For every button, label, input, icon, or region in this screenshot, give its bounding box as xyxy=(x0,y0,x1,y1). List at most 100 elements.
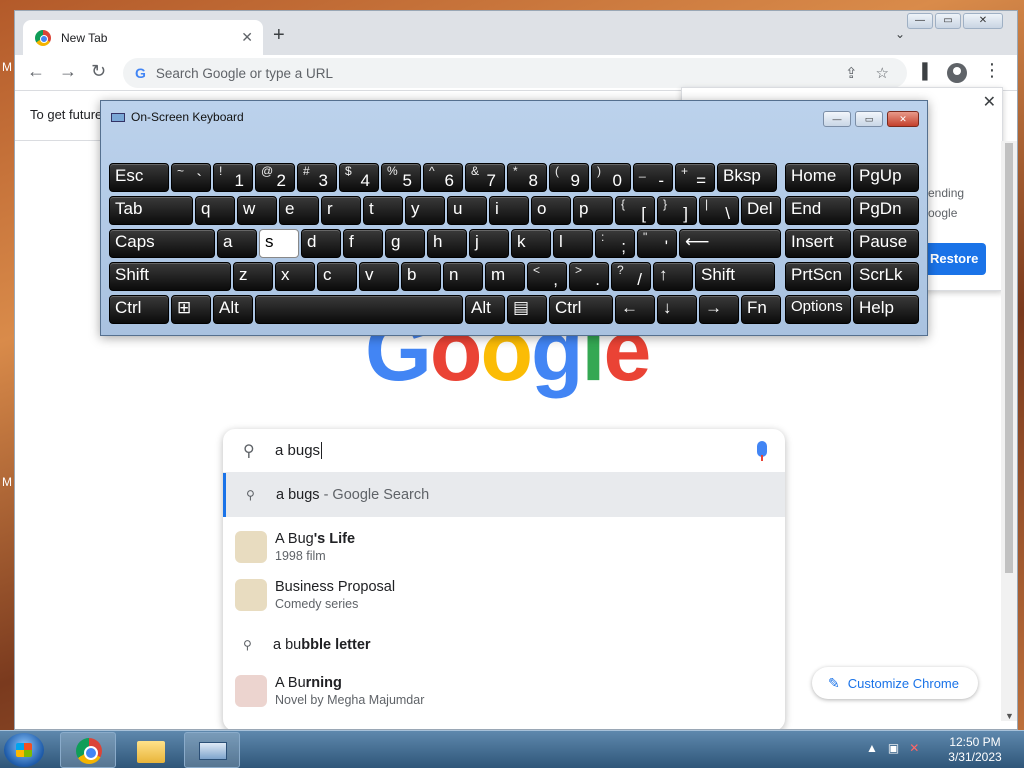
key-prtscn[interactable]: PrtScn xyxy=(785,262,851,291)
key-q[interactable]: q xyxy=(195,196,235,225)
restore-button[interactable]: Restore xyxy=(918,243,986,275)
key-home[interactable]: Home xyxy=(785,163,851,192)
scrollbar-thumb[interactable] xyxy=(1005,143,1013,573)
close-icon[interactable]: ✕ xyxy=(983,92,996,112)
tab-close-icon[interactable]: ✕ xyxy=(241,29,253,46)
key-j[interactable]: j xyxy=(469,229,509,258)
key-pause[interactable]: Pause xyxy=(853,229,919,258)
key-fn[interactable]: Fn xyxy=(741,295,781,324)
key-symbol[interactable]: }] xyxy=(657,196,697,225)
key-symbol[interactable]: {[ xyxy=(615,196,655,225)
key-alt[interactable]: Alt xyxy=(465,295,505,324)
key-help[interactable]: Help xyxy=(853,295,919,324)
new-tab-button[interactable]: + xyxy=(273,25,285,45)
key-symbol[interactable]: >. xyxy=(569,262,609,291)
menu-icon[interactable]: ⋮ xyxy=(983,60,1001,81)
osk-title-bar[interactable]: On-Screen Keyboard xyxy=(101,101,927,133)
forward-icon[interactable]: → xyxy=(59,61,77,82)
minimize-button[interactable]: — xyxy=(907,13,933,29)
key-r[interactable]: r xyxy=(321,196,361,225)
key-symbol[interactable]: :; xyxy=(595,229,635,258)
key-f[interactable]: f xyxy=(343,229,383,258)
osk-minimize-button[interactable]: — xyxy=(823,111,851,127)
key-symbol[interactable]: ← xyxy=(615,295,655,324)
scrollbar[interactable]: ▼ xyxy=(1001,141,1017,721)
clock[interactable]: 12:50 PM 3/31/2023 xyxy=(940,735,1010,765)
suggestion-item[interactable]: A Burning Novel by Megha Majumdar xyxy=(223,669,785,713)
osk-close-button[interactable]: ✕ xyxy=(887,111,919,127)
key-5[interactable]: % 5 xyxy=(381,163,421,192)
volume-muted-icon[interactable]: ✕ xyxy=(909,741,919,755)
key-w[interactable]: w xyxy=(237,196,277,225)
key-c[interactable]: c xyxy=(317,262,357,291)
key-symbol[interactable]: ⟵ xyxy=(679,229,781,258)
key-y[interactable]: y xyxy=(405,196,445,225)
reload-icon[interactable]: ↻ xyxy=(91,61,106,82)
key-x[interactable]: x xyxy=(275,262,315,291)
search-input[interactable]: ⚲ a bugs xyxy=(223,429,785,473)
key-symbol[interactable]: ⊞ xyxy=(171,295,211,324)
key-n[interactable]: n xyxy=(443,262,483,291)
key-tab[interactable]: Tab xyxy=(109,196,193,225)
key-symbol[interactable]: " ' xyxy=(637,229,677,258)
suggestion-item[interactable]: ⚲ a bugs - Google Search xyxy=(223,473,785,517)
key-b[interactable]: b xyxy=(401,262,441,291)
show-hidden-icons-icon[interactable]: ▲ xyxy=(866,741,878,755)
key-space[interactable] xyxy=(255,295,463,324)
key-del[interactable]: Del xyxy=(741,196,781,225)
key-symbol[interactable]: → xyxy=(699,295,739,324)
taskbar-chrome[interactable] xyxy=(60,732,116,768)
key-symbol[interactable]: ? / xyxy=(611,262,651,291)
key-d[interactable]: d xyxy=(301,229,341,258)
taskbar-explorer[interactable] xyxy=(122,732,178,768)
key-p[interactable]: p xyxy=(573,196,613,225)
key-esc[interactable]: Esc xyxy=(109,163,169,192)
key-v[interactable]: v xyxy=(359,262,399,291)
key-symbol[interactable]: | \ xyxy=(699,196,739,225)
microphone-icon[interactable] xyxy=(757,441,767,461)
key-i[interactable]: i xyxy=(489,196,529,225)
key-ctrl[interactable]: Ctrl xyxy=(549,295,613,324)
key-o[interactable]: o xyxy=(531,196,571,225)
customize-chrome-button[interactable]: ✎ Customize Chrome xyxy=(812,667,978,699)
suggestion-item[interactable]: A Bug's Life 1998 film xyxy=(223,525,785,569)
key-scrlk[interactable]: ScrLk xyxy=(853,262,919,291)
key-symbol[interactable]: ↓ xyxy=(657,295,697,324)
key-symbol[interactable]: + = xyxy=(675,163,715,192)
maximize-button[interactable]: ▭ xyxy=(935,13,961,29)
key-u[interactable]: u xyxy=(447,196,487,225)
tab-new-tab[interactable]: New Tab ✕ xyxy=(23,20,263,55)
network-icon[interactable]: ▣ xyxy=(888,741,899,755)
scroll-down-icon[interactable]: ▼ xyxy=(1005,711,1014,721)
key-shift[interactable]: Shift xyxy=(109,262,231,291)
key-options[interactable]: Options xyxy=(785,295,851,324)
omnibox[interactable]: G Search Google or type a URL ⇪ ☆ xyxy=(123,58,907,88)
osk-restore-button[interactable]: ▭ xyxy=(855,111,883,127)
key-symbol[interactable]: ~ ` xyxy=(171,163,211,192)
tab-search-icon[interactable]: ⌄ xyxy=(895,27,905,41)
key-h[interactable]: h xyxy=(427,229,467,258)
key-3[interactable]: #3 xyxy=(297,163,337,192)
key-symbol[interactable]: ▤ xyxy=(507,295,547,324)
key-0[interactable]: ) 0 xyxy=(591,163,631,192)
key-m[interactable]: m xyxy=(485,262,525,291)
close-window-button[interactable]: ✕ xyxy=(963,13,1003,29)
key-8[interactable]: * 8 xyxy=(507,163,547,192)
key-7[interactable]: & 7 xyxy=(465,163,505,192)
back-icon[interactable]: ← xyxy=(27,61,45,82)
side-panel-icon[interactable]: ▐ xyxy=(917,63,928,80)
key-caps[interactable]: Caps xyxy=(109,229,215,258)
suggestion-item[interactable]: ⚲ a bubble letter xyxy=(223,625,785,665)
key-shift[interactable]: Shift xyxy=(695,262,775,291)
key-symbol[interactable]: <, xyxy=(527,262,567,291)
start-button[interactable] xyxy=(4,733,44,767)
key-end[interactable]: End xyxy=(785,196,851,225)
profile-avatar-icon[interactable] xyxy=(947,63,967,83)
key-e[interactable]: e xyxy=(279,196,319,225)
key-4[interactable]: $4 xyxy=(339,163,379,192)
key-t[interactable]: t xyxy=(363,196,403,225)
key-symbol[interactable]: ↑ xyxy=(653,262,693,291)
key-insert[interactable]: Insert xyxy=(785,229,851,258)
key-9[interactable]: (9 xyxy=(549,163,589,192)
key-2[interactable]: @2 xyxy=(255,163,295,192)
